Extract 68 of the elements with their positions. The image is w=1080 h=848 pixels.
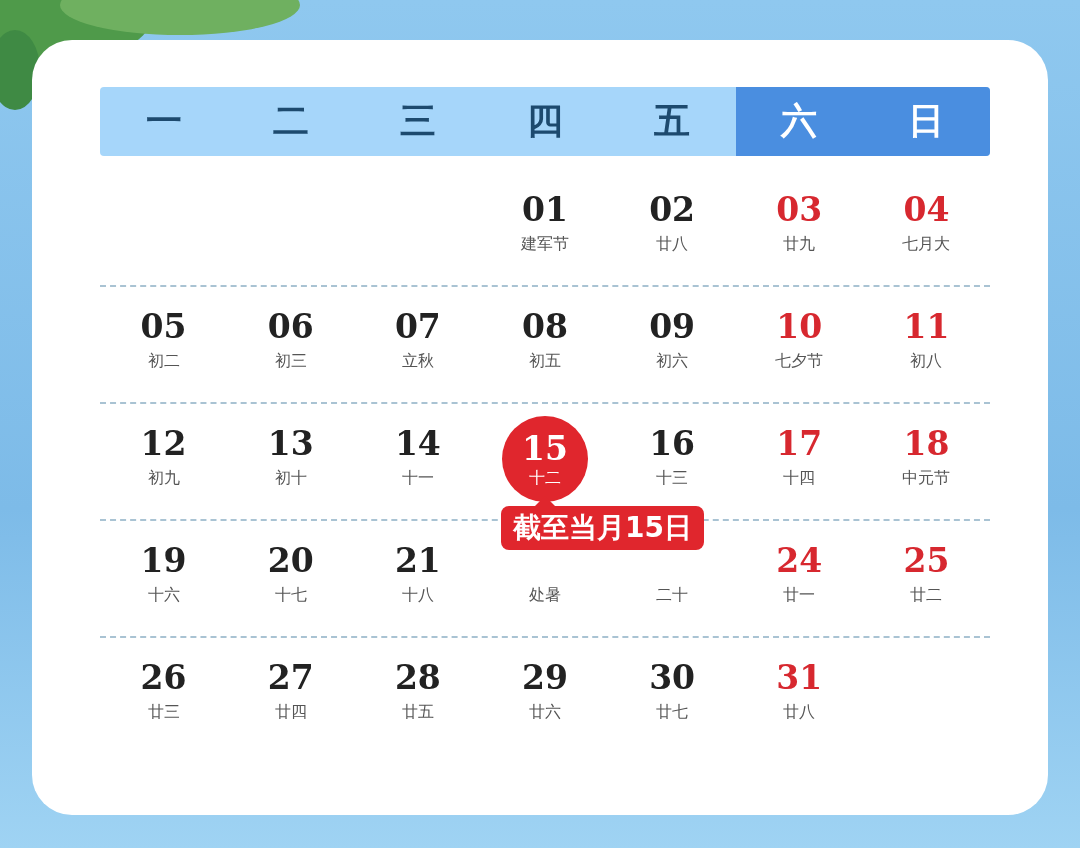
day-number: 25 <box>903 541 950 581</box>
day-number: 10 <box>776 307 823 347</box>
day-number: 06 <box>267 307 314 347</box>
day-number: 24 <box>776 541 823 581</box>
lunar-date: 廿八 <box>656 234 689 255</box>
lunar-date: 廿二 <box>910 585 943 606</box>
lunar-date: 廿九 <box>783 234 816 255</box>
lunar-date: 初五 <box>529 351 561 372</box>
lunar-date: 中元节 <box>902 468 951 489</box>
lunar-date: 初十 <box>274 468 307 489</box>
lunar-date: 立秋 <box>401 351 434 372</box>
day-number: 07 <box>394 307 441 347</box>
day-number: 14 <box>394 424 441 464</box>
day-number: 09 <box>649 307 696 347</box>
today-marker[interactable]: 15 十二 <box>502 416 588 502</box>
day-number: 31 <box>776 658 823 698</box>
day-number: 28 <box>394 658 441 698</box>
lunar-date: 廿三 <box>147 702 180 723</box>
day-number: 30 <box>649 658 696 698</box>
day-number: 04 <box>903 190 950 230</box>
lunar-date: 廿五 <box>401 702 434 723</box>
weekday-label: 二 <box>271 98 310 143</box>
lunar-date: 七月大 <box>902 234 951 255</box>
lunar-date: 十四 <box>783 468 816 489</box>
lunar-date: 十七 <box>274 585 307 606</box>
day-number: 20 <box>267 541 314 581</box>
day-number: 11 <box>903 307 950 347</box>
lunar-date: 初八 <box>910 351 943 372</box>
weekday-label: 四 <box>526 98 564 143</box>
lunar-date: 十一 <box>401 468 434 489</box>
day-number: 29 <box>522 658 568 698</box>
lunar-date: 十八 <box>401 585 434 606</box>
day-number: 01 <box>522 190 568 230</box>
lunar-date: 廿四 <box>274 702 307 723</box>
weekday-label: 三 <box>398 98 437 143</box>
day-number: 13 <box>267 424 314 464</box>
day-number: 16 <box>649 424 696 464</box>
weekday-label: 五 <box>653 98 692 143</box>
weekday-label: 一 <box>144 98 183 143</box>
lunar-date: 廿八 <box>783 702 816 723</box>
day-number: 08 <box>522 307 568 347</box>
lunar-date: 初二 <box>147 351 180 372</box>
day-number: 19 <box>140 541 187 581</box>
lunar-date: 初九 <box>147 468 180 489</box>
lunar-date: 处暑 <box>529 585 561 606</box>
lunar-date: 廿七 <box>656 702 689 723</box>
day-number: 18 <box>903 424 950 464</box>
day-number: 03 <box>776 190 823 230</box>
lunar-date: 十二 <box>529 467 561 489</box>
day-number: 27 <box>267 658 314 698</box>
day-number: 12 <box>140 424 187 464</box>
weekday-label: 六 <box>735 87 863 156</box>
lunar-date: 廿一 <box>783 585 816 606</box>
weekday-label: 日 <box>862 87 990 156</box>
day-number: 05 <box>140 307 187 347</box>
lunar-date: 二十 <box>656 585 689 606</box>
lunar-date: 十六 <box>147 585 180 606</box>
day-number: 26 <box>140 658 187 698</box>
lunar-date: 初三 <box>274 351 307 372</box>
lunar-date: 廿六 <box>529 702 561 723</box>
day-number: 15 <box>522 429 568 468</box>
lunar-date: 建军节 <box>521 234 569 255</box>
day-number: 21 <box>394 541 441 581</box>
lunar-date: 初六 <box>656 351 689 372</box>
day-number: 17 <box>776 424 823 464</box>
lunar-date: 十三 <box>656 468 689 489</box>
lunar-date: 七夕节 <box>775 351 824 372</box>
day-number: 02 <box>649 190 696 230</box>
